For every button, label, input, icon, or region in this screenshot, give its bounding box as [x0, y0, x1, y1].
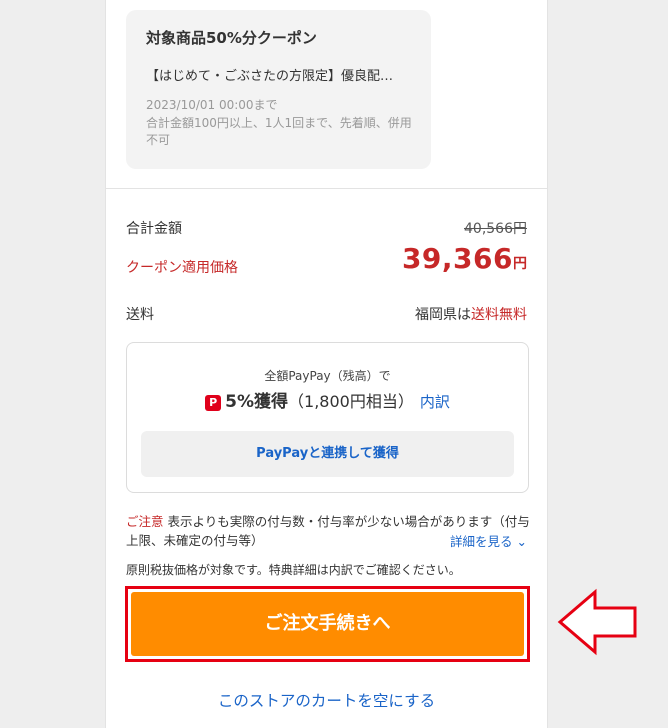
caution-label: ご注意 [126, 514, 164, 529]
paypay-reward: P 5%獲得（1,800円相当） 内訳 [127, 387, 528, 412]
coupon-price-value: 39,366 [401, 242, 513, 275]
shipping-free: 送料無料 [471, 307, 527, 323]
order-button[interactable]: ご注文手続きへ [131, 592, 524, 656]
breakdown-link[interactable]: 内訳 [420, 393, 450, 411]
coupon-card[interactable]: 対象商品50%分クーポン 【はじめて・ごぶさたの方限定】優良配… 2023/10… [126, 10, 431, 169]
divider [106, 188, 547, 189]
total-original-yen: 円 [513, 221, 527, 237]
coupon-title: 対象商品50%分クーポン [146, 29, 317, 47]
coupon-price-yen: 円 [513, 256, 527, 272]
left-arrow-icon [557, 588, 637, 656]
paypay-percent: 5%獲得 [225, 392, 289, 412]
shipping-value: 福岡県は送料無料 [415, 304, 527, 324]
paypay-balance-text: 全額PayPay（残高）で [264, 369, 391, 383]
shipping-label: 送料 [126, 307, 154, 323]
total-label: 合計金額 [126, 221, 182, 237]
paypay-icon: P [205, 395, 222, 411]
paypay-link-button[interactable]: PayPayと連携して獲得 [141, 431, 514, 477]
total-original-price: 40,566円 [464, 218, 527, 238]
total-original-value: 40,566 [464, 221, 513, 237]
coupon-description: 【はじめて・ごぶさたの方限定】優良配… [146, 69, 394, 84]
coupon-expiry: 2023/10/01 00:00まで [146, 98, 278, 112]
shipping-region: 福岡県は [415, 307, 471, 323]
coupon-price-label: クーポン適用価格 [126, 260, 238, 276]
paypay-amount: （1,800円相当） [288, 392, 414, 411]
coupon-conditions: 合計金額100円以上、1人1回まで、先着順、併用不可 [146, 116, 412, 147]
paypay-box: 全額PayPay（残高）で P 5%獲得（1,800円相当） 内訳 PayPayと連… [126, 342, 529, 493]
empty-cart-link[interactable]: このストアのカートを空にする [106, 689, 547, 711]
order-button-highlight: ご注文手続きへ [125, 586, 530, 662]
tax-note: 原則税抜価格が対象です。特典詳細は内訳でご確認ください。 [126, 563, 461, 577]
cart-summary-panel: 対象商品50%分クーポン 【はじめて・ごぶさたの方限定】優良配… 2023/10… [105, 0, 548, 728]
detail-link[interactable]: 詳細を見る ⌄ [450, 531, 527, 550]
coupon-price: 39,366円 [402, 242, 527, 275]
